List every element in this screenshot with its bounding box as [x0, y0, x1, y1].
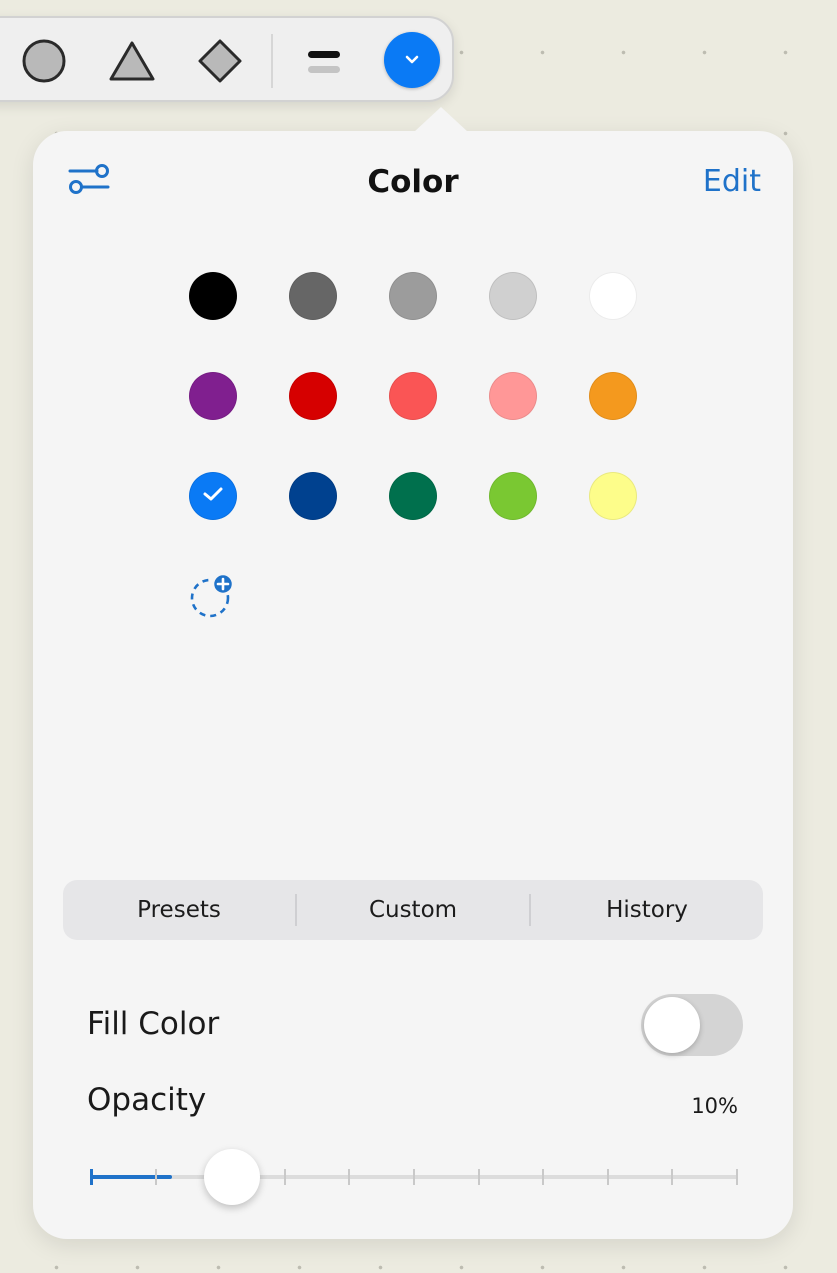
popover-pointer: [414, 107, 468, 132]
toolbar-divider: [271, 34, 273, 88]
fill-color-label: Fill Color: [87, 1006, 220, 1042]
fill-color-toggle[interactable]: [641, 994, 743, 1056]
color-swatch[interactable]: [589, 272, 637, 320]
popover-title: Color: [367, 164, 459, 200]
color-swatch[interactable]: [489, 472, 537, 520]
edit-button[interactable]: Edit: [703, 161, 761, 203]
tab-presets[interactable]: Presets: [63, 880, 295, 940]
tab-custom[interactable]: Custom: [297, 880, 529, 940]
opacity-value: 10%: [691, 1094, 738, 1118]
opacity-label: Opacity: [87, 1082, 207, 1118]
color-swatch[interactable]: [389, 472, 437, 520]
slider-tick: [155, 1169, 157, 1185]
color-swatch[interactable]: [489, 272, 537, 320]
color-swatch[interactable]: [289, 372, 337, 420]
line-style-button[interactable]: [294, 38, 354, 84]
color-swatch[interactable]: [589, 372, 637, 420]
triangle-shape-button[interactable]: [102, 38, 162, 84]
slider-tick: [348, 1169, 350, 1185]
shape-toolbar: [0, 16, 454, 102]
diamond-shape-icon: [197, 38, 243, 84]
color-swatch[interactable]: [289, 272, 337, 320]
slider-tick: [736, 1169, 738, 1185]
color-swatch-selected[interactable]: [189, 472, 237, 520]
color-swatch[interactable]: [389, 272, 437, 320]
slider-tick: [413, 1169, 415, 1185]
color-swatch[interactable]: [289, 472, 337, 520]
circle-shape-icon: [21, 38, 67, 84]
tab-label: Presets: [137, 897, 221, 923]
slider-thumb[interactable]: [204, 1149, 261, 1205]
add-color-button[interactable]: [189, 572, 237, 620]
slider-tick: [284, 1169, 286, 1185]
tab-history[interactable]: History: [531, 880, 763, 940]
checkmark-icon: [202, 485, 224, 507]
color-swatch[interactable]: [589, 472, 637, 520]
color-mode-tabs: Presets Custom History: [63, 880, 763, 940]
color-swatch[interactable]: [389, 372, 437, 420]
line-style-icon: [304, 41, 344, 81]
slider-tick: [542, 1169, 544, 1185]
slider-tick: [607, 1169, 609, 1185]
triangle-shape-icon: [107, 39, 157, 83]
color-picker-button[interactable]: [384, 32, 440, 88]
slider-tick: [671, 1169, 673, 1185]
opacity-slider[interactable]: [90, 1149, 738, 1205]
slider-fill: [90, 1175, 173, 1179]
tab-label: Custom: [368, 897, 458, 923]
tab-label: History: [606, 897, 688, 923]
color-swatch[interactable]: [189, 372, 237, 420]
chevron-down-icon: [403, 51, 421, 70]
slider-tick: [478, 1169, 480, 1185]
toggle-knob: [644, 997, 700, 1053]
color-swatch[interactable]: [489, 372, 537, 420]
color-popover: Color Edit Presets Custom History Fill C…: [33, 107, 793, 1239]
diamond-shape-button[interactable]: [190, 38, 250, 84]
color-swatch[interactable]: [189, 272, 237, 320]
circle-shape-button[interactable]: [14, 38, 74, 84]
slider-tick: [90, 1169, 93, 1185]
add-color-icon: [189, 572, 237, 624]
